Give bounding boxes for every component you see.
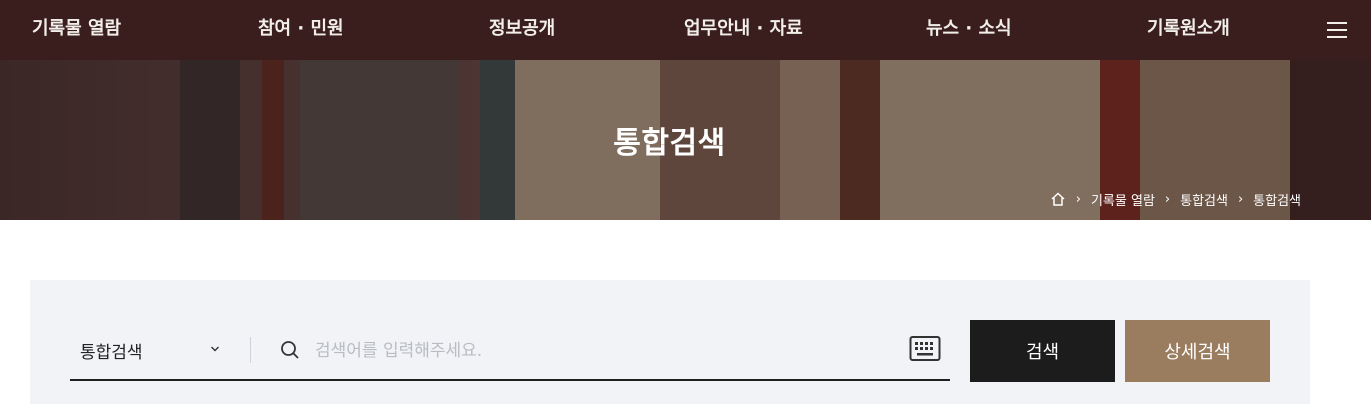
page-title: 통합검색 [613, 126, 726, 161]
search-input-underline [70, 379, 950, 381]
home-icon[interactable] [1050, 191, 1066, 207]
nav-item-archive-view[interactable]: 기록물 열람 [32, 0, 121, 60]
top-navigation: 기록물 열람 참여 · 민원 정보공개 업무안내 · 자료 뉴스 · 소식 기록… [0, 0, 1371, 60]
nav-item-work-guide[interactable]: 업무안내 · 자료 [684, 0, 803, 60]
search-input[interactable] [315, 330, 895, 372]
nav-item-participation[interactable]: 참여 · 민원 [258, 0, 344, 60]
search-scope-select[interactable]: 통합검색 [70, 320, 250, 380]
breadcrumb-item[interactable]: 통합검색 [1180, 190, 1228, 209]
advanced-search-button[interactable]: 상세검색 [1125, 320, 1270, 382]
chevron-right-icon: › [1164, 191, 1171, 207]
nav-item-info-disclosure[interactable]: 정보공개 [489, 0, 555, 60]
search-scope-value: 통합검색 [80, 342, 143, 363]
search-button[interactable]: 검색 [970, 320, 1115, 382]
nav-item-about[interactable]: 기록원소개 [1147, 0, 1230, 60]
divider [250, 337, 251, 363]
breadcrumb-item[interactable]: 기록물 열람 [1091, 190, 1155, 209]
chevron-right-icon: › [1075, 191, 1081, 207]
keyboard-icon[interactable] [909, 335, 941, 363]
breadcrumb-item-current: 통합검색 [1253, 193, 1301, 209]
chevron-down-icon [211, 346, 219, 352]
breadcrumb: › 기록물 열람 › 통합검색 › 통합검색 [1050, 189, 1301, 209]
hamburger-menu-icon[interactable] [1327, 20, 1347, 38]
chevron-right-icon: › [1237, 191, 1244, 207]
search-icon [281, 341, 299, 359]
search-panel: 통합검색 검색 상세검색 [30, 280, 1310, 404]
nav-item-news[interactable]: 뉴스 · 소식 [926, 0, 1012, 60]
hero-banner: 통합검색 › 기록물 열람 › 통합검색 › 통합검색 [0, 60, 1371, 220]
